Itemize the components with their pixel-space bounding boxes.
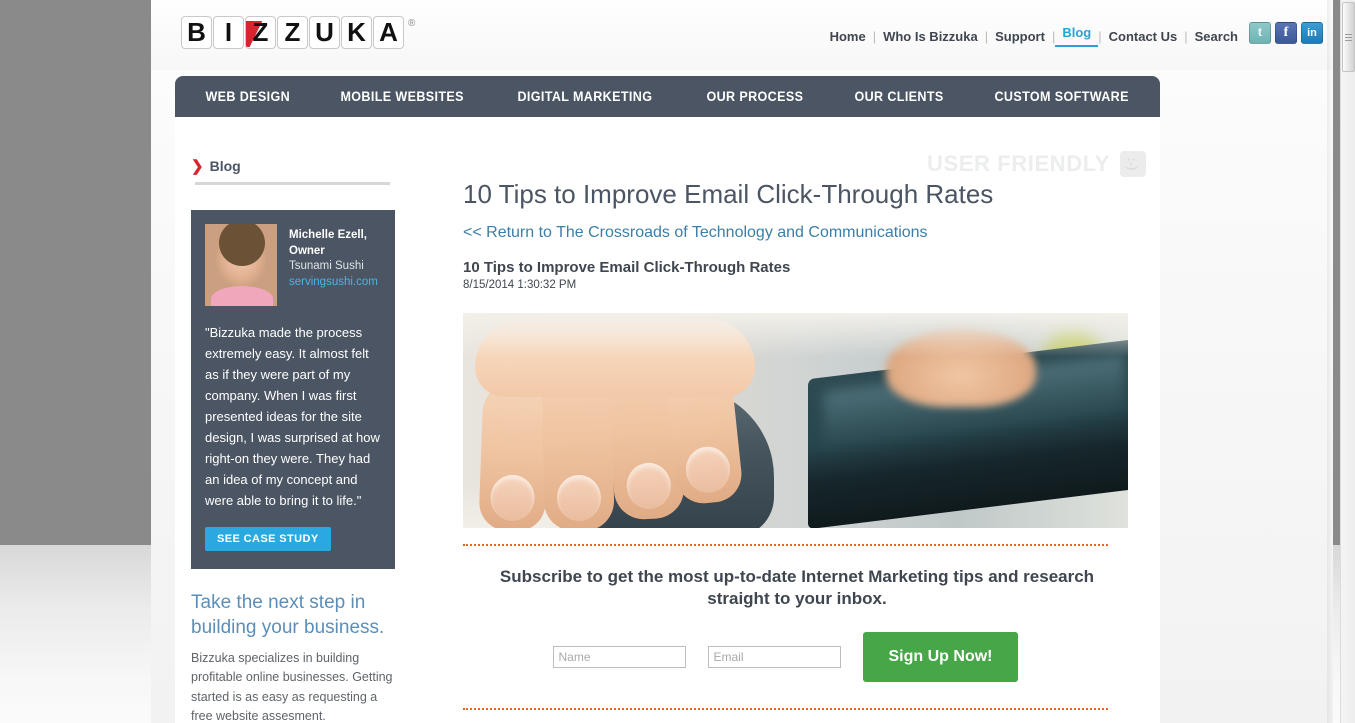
email-input[interactable] (707, 646, 841, 669)
testimonial-website-link[interactable]: servingsushi.com (289, 275, 381, 291)
site-header: B I Z Z U K A ® Home | Who Is Bizzuka | … (151, 0, 1333, 70)
mainnav-item-mobile-websites[interactable]: MOBILE WEBSITES (320, 89, 484, 104)
sign-up-button[interactable]: Sign Up Now! (862, 632, 1019, 683)
topnav-item-home[interactable]: Home (823, 29, 873, 44)
post-date: 8/15/2014 1:30:32 PM (463, 279, 577, 292)
chevron-right-icon: ❯ (191, 158, 204, 175)
topnav-item-contact-us[interactable]: Contact Us (1102, 29, 1185, 44)
topnav-item-who-is-bizzuka[interactable]: Who Is Bizzuka (876, 29, 985, 44)
logo-letter-u: U (309, 16, 340, 49)
mainnav-item-custom-software[interactable]: CUSTOM SOFTWARE (974, 89, 1149, 104)
photo-top-blur (463, 313, 1128, 358)
testimonial-card: Michelle Ezell, Owner Tsunami Sushi serv… (191, 210, 395, 570)
topnav-item-support[interactable]: Support (988, 29, 1052, 44)
sidebar: Michelle Ezell, Owner Tsunami Sushi serv… (191, 210, 395, 723)
topnav-item-search[interactable]: Search (1188, 29, 1245, 44)
website-page: B I Z Z U K A ® Home | Who Is Bizzuka | … (151, 0, 1333, 723)
see-case-study-button[interactable]: SEE CASE STUDY (205, 527, 331, 552)
bizzuka-logo[interactable]: B I Z Z U K A ® (181, 16, 415, 49)
next-step-panel: Take the next step in building your busi… (191, 591, 395, 723)
social-links: t f in (1249, 22, 1323, 44)
top-navigation: Home | Who Is Bizzuka | Support | Blog |… (823, 25, 1245, 47)
article: 10 Tips to Improve Email Click-Through R… (463, 179, 1131, 529)
twitter-icon[interactable]: t (1249, 22, 1271, 44)
breadcrumb-divider (195, 182, 390, 185)
mainnav-item-our-process[interactable]: OUR PROCESS (686, 89, 824, 104)
mainnav-item-our-clients[interactable]: OUR CLIENTS (834, 89, 964, 104)
content-area: ❯ Blog USER FRIENDLY :-) Michelle Ezell,… (175, 117, 1160, 723)
divider-bottom (463, 708, 1108, 711)
mainnav-item-web-design[interactable]: WEB DESIGN (185, 89, 311, 104)
testimonial-author-name: Michelle Ezell, Owner (289, 229, 367, 257)
logo-letter-z1: Z (245, 16, 276, 49)
name-input[interactable] (552, 646, 686, 669)
article-photo (463, 313, 1128, 529)
tagline: USER FRIENDLY :-) (927, 151, 1146, 177)
subscribe-heading: Subscribe to get the most up-to-date Int… (499, 567, 1095, 609)
vertical-scrollbar[interactable] (1340, 0, 1355, 723)
tagline-text: USER FRIENDLY (926, 151, 1110, 176)
logo-letter-i: I (213, 16, 244, 49)
avatar (205, 224, 277, 306)
breadcrumb-label: Blog (209, 158, 241, 174)
logo-letter-b: B (181, 16, 212, 49)
page-right-shadow (1327, 0, 1333, 723)
logo-letter-k: K (341, 16, 372, 49)
logo-letter-a: A (373, 16, 404, 49)
facebook-icon[interactable]: f (1275, 22, 1297, 44)
scrollbar-grip-icon (1345, 32, 1352, 43)
logo-letter-z2: Z (277, 16, 308, 49)
mainnav-item-digital-marketing[interactable]: DIGITAL MARKETING (497, 89, 673, 104)
return-link[interactable]: << Return to The Crossroads of Technolog… (463, 224, 1131, 242)
registered-trademark-icon: ® (408, 18, 416, 29)
topnav-item-blog[interactable]: Blog (1055, 25, 1099, 47)
testimonial-company: Tsunami Sushi (289, 260, 364, 273)
linkedin-icon[interactable]: in (1301, 22, 1323, 44)
divider-top (463, 544, 1108, 546)
smiley-icon: :-) (1120, 151, 1146, 177)
next-step-body: Bizzuka specializes in building profitab… (191, 651, 393, 723)
next-step-title: Take the next step in building your busi… (191, 592, 385, 638)
subscribe-section: Subscribe to get the most up-to-date Int… (463, 544, 1131, 723)
subscribe-form: Sign Up Now! (463, 632, 1108, 683)
scrollbar-thumb[interactable] (1342, 2, 1355, 72)
main-navigation: WEB DESIGN MOBILE WEBSITES DIGITAL MARKE… (175, 76, 1160, 117)
page-title: 10 Tips to Improve Email Click-Through R… (463, 179, 994, 209)
testimonial-quote: "Bizzuka made the process extremely easy… (205, 325, 380, 509)
breadcrumb[interactable]: ❯ Blog (191, 157, 241, 175)
post-title: 10 Tips to Improve Email Click-Through R… (463, 259, 791, 277)
breadcrumb-bar: ❯ Blog USER FRIENDLY :-) (175, 133, 1160, 185)
